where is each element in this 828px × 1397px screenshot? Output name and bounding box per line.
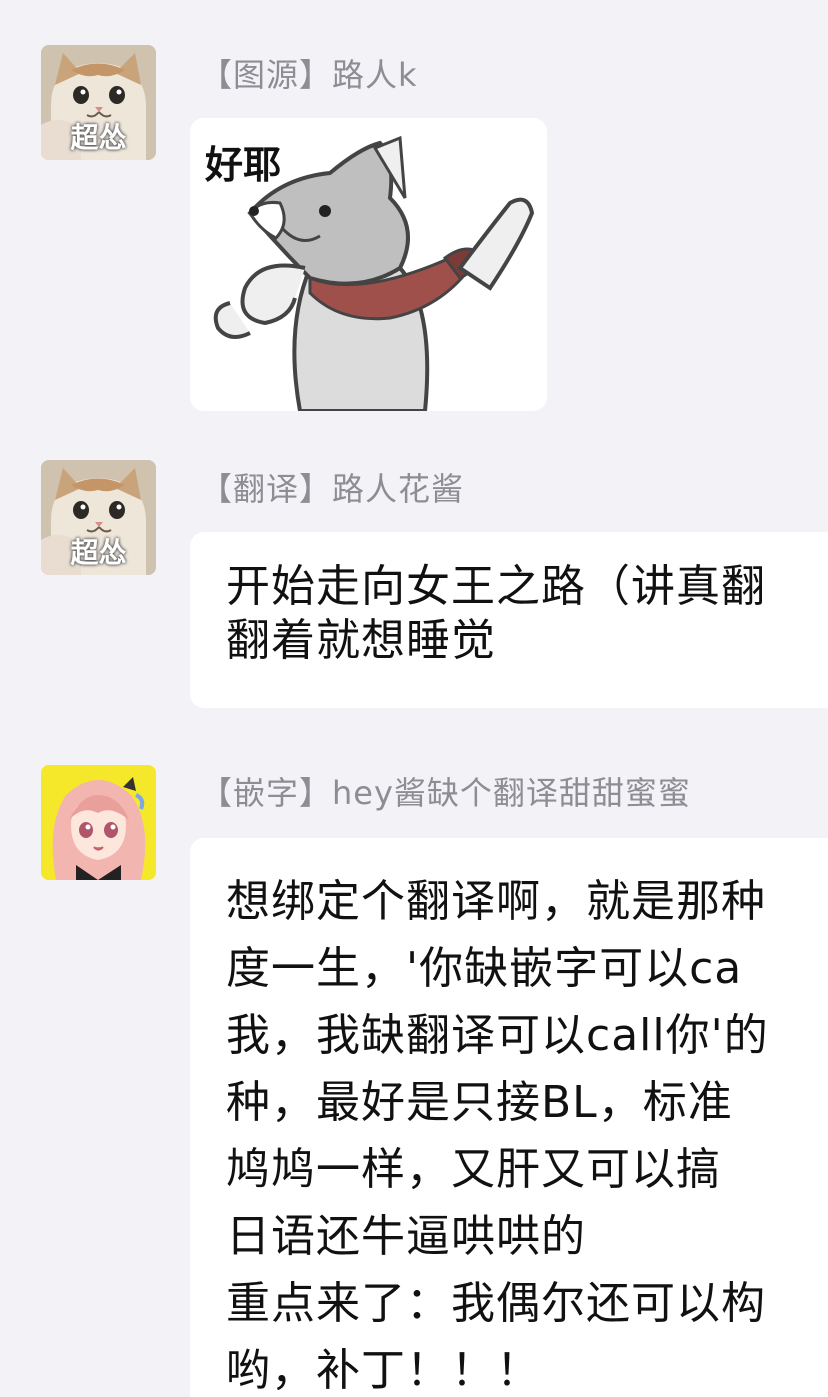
sticker-caption: 好耶 xyxy=(205,143,282,187)
anime-girl-avatar-icon[interactable] xyxy=(41,765,156,880)
avatar-caption: 超怂 xyxy=(70,536,127,569)
anime-girl-illustration xyxy=(41,765,156,880)
cat-meme-avatar-icon[interactable]: 超怂 xyxy=(41,45,156,160)
message-bubble[interactable]: 开始走向女王之路（讲真翻 翻着就想睡觉 xyxy=(190,532,828,708)
cat-meme-avatar-icon[interactable]: 超怂 xyxy=(41,460,156,575)
sender-name: 【翻译】路人花酱 xyxy=(200,470,465,508)
sender-name: 【嵌字】hey酱缺个翻译甜甜蜜蜜 xyxy=(200,774,691,812)
message-text: 开始走向女王之路（讲真翻 翻着就想睡觉 xyxy=(226,561,766,666)
chat-message-list: 超怂 【图源】路人k 好耶 超怂 【翻译】路人花酱 开始走向女王之路（讲真翻 翻… xyxy=(0,0,828,1397)
sender-name: 【图源】路人k xyxy=(200,56,418,94)
message-text: 想绑定个翻译啊，就是那种 度一生，'你缺嵌字可以ca 我，我缺翻译可以call你… xyxy=(226,876,769,1396)
avatar-caption: 超怂 xyxy=(70,121,127,154)
happy-shiba-dog-sticker-icon[interactable]: 好耶 xyxy=(190,118,547,411)
message-bubble[interactable]: 想绑定个翻译啊，就是那种 度一生，'你缺嵌字可以ca 我，我缺翻译可以call你… xyxy=(190,838,828,1397)
